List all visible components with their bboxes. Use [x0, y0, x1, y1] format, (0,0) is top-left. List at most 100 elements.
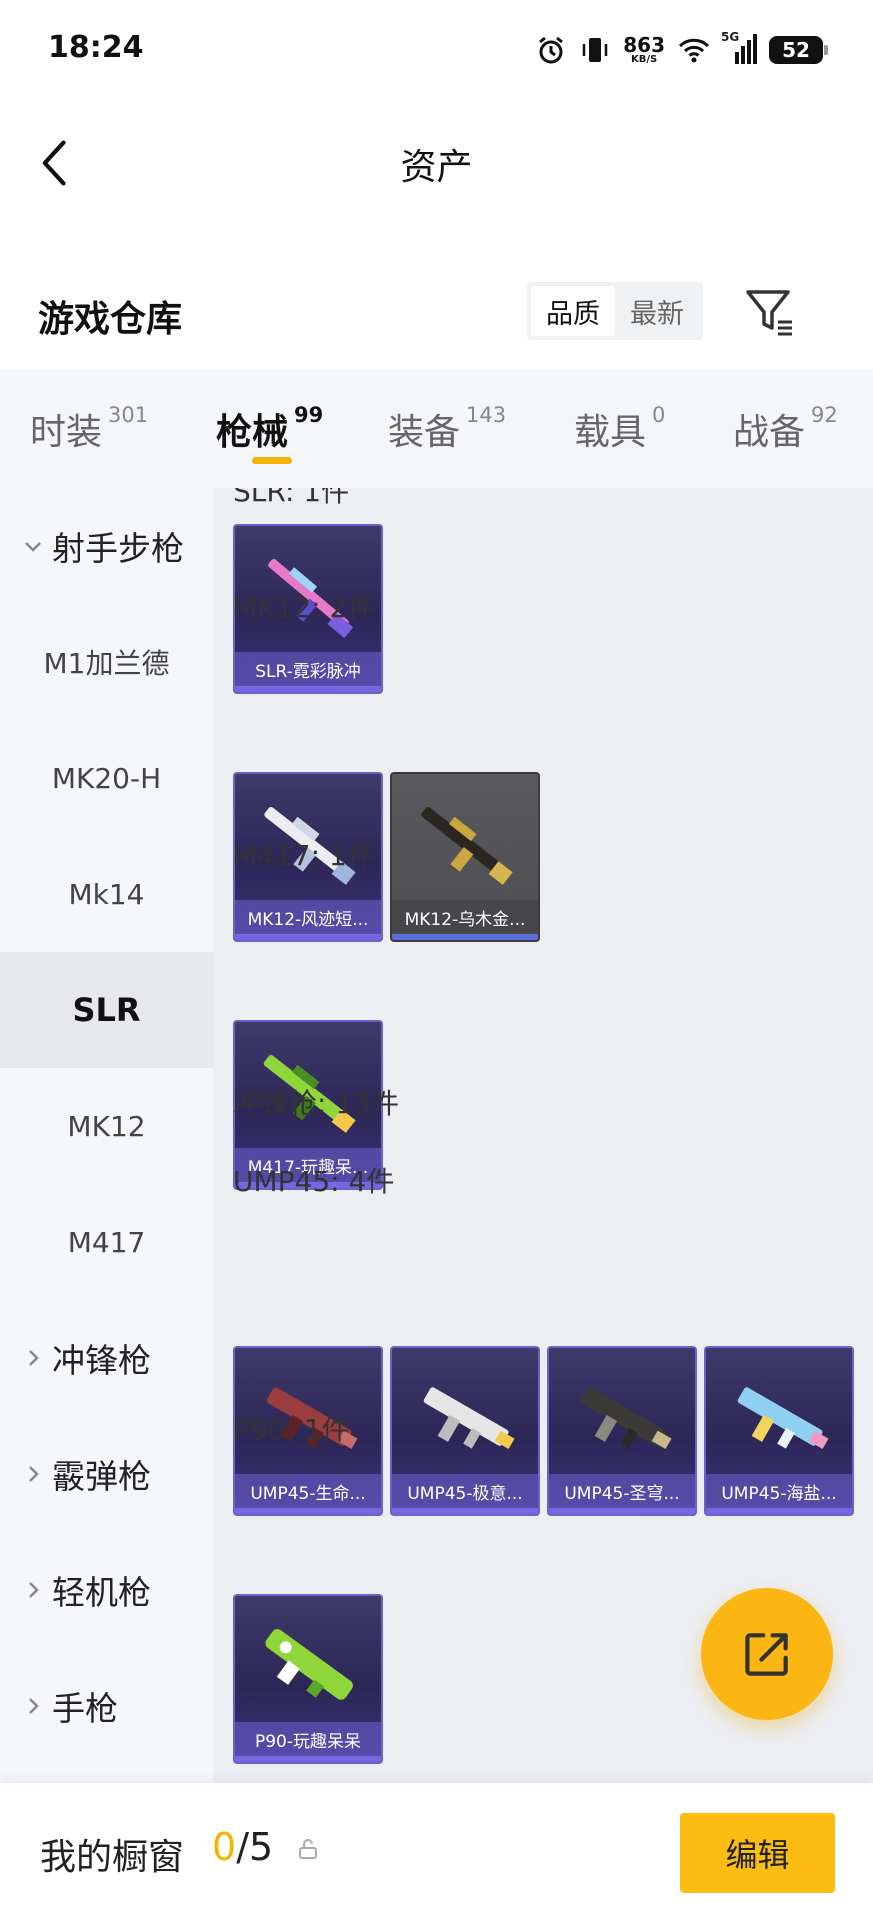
group-label-m417: M417: 1件: [233, 839, 375, 872]
weapon-card-name: MK12-乌木金...: [392, 900, 538, 934]
nav-bar: 资产: [0, 100, 873, 230]
tab-label: 载具: [574, 412, 647, 453]
status-icons: 863 KB/S 5G 52: [535, 30, 828, 70]
sidebar-item-label: 冲锋枪: [52, 1341, 151, 1380]
group-label-slr: SLR: 1件: [233, 488, 350, 508]
lock-icon: [299, 1839, 317, 1859]
chevron-right-icon: [29, 1350, 39, 1366]
sidebar-item-m417[interactable]: M417: [0, 1184, 213, 1300]
smg-skin-image: [265, 1629, 353, 1700]
rarity-bar: [549, 1508, 695, 1514]
share-button[interactable]: [701, 1588, 833, 1720]
network-speed-value: 863: [623, 33, 665, 57]
sidebar-item-m1-garand[interactable]: M1加兰德: [0, 604, 213, 720]
sidebar-item-label: SLR: [72, 991, 141, 1029]
wifi-icon: [677, 34, 710, 66]
tab-label: 枪械: [216, 412, 289, 453]
sort-newest-button[interactable]: 最新: [615, 286, 699, 336]
smg-skin-image: [423, 1387, 515, 1450]
weapon-card[interactable]: UMP45-极意...: [390, 1346, 540, 1516]
tab-count: 0: [652, 403, 666, 427]
sidebar-item-mk14[interactable]: Mk14: [0, 836, 213, 952]
weapon-card[interactable]: P90-玩趣呆呆: [233, 1594, 383, 1764]
category-tabs: 时装 301 枪械 99 装备 143 载具 0 战备 92: [0, 370, 873, 488]
sidebar-group-pistol[interactable]: 手枪: [0, 1648, 213, 1764]
tab-guns[interactable]: 枪械 99: [216, 370, 323, 488]
tab-fashion[interactable]: 时装 301: [30, 370, 148, 488]
network-speed: 863 KB/S: [623, 35, 665, 65]
weapon-card-name: UMP45-海盐...: [706, 1474, 852, 1508]
filter-button[interactable]: [742, 284, 798, 340]
status-bar: 18:24 863 KB/S 5G 52: [0, 0, 873, 100]
share-export-icon: [745, 1633, 788, 1676]
sidebar-item-mk20h[interactable]: MK20-H: [0, 720, 213, 836]
vibrate-icon: [579, 34, 611, 66]
sidebar-item-label: 轻机枪: [52, 1573, 151, 1612]
warehouse-title: 游戏仓库: [38, 299, 183, 340]
tab-count: 143: [466, 403, 507, 427]
sidebar-item-label: MK12: [67, 1109, 146, 1143]
sidebar-group-marksman-rifle[interactable]: 射手步枪: [0, 488, 213, 604]
chevron-down-icon: [25, 542, 41, 552]
warehouse-header: 游戏仓库 品质 最新: [0, 270, 873, 360]
weapon-card[interactable]: MK12-乌木金...: [390, 772, 540, 942]
weapon-card-name: UMP45-生命...: [235, 1474, 381, 1508]
rarity-bar: [706, 1508, 852, 1514]
rarity-bar: [235, 686, 381, 692]
sort-quality-button[interactable]: 品质: [531, 286, 615, 336]
filter-icon: [746, 290, 792, 336]
chevron-right-icon: [29, 1582, 39, 1598]
tab-equipment[interactable]: 装备 143: [388, 370, 506, 488]
battery-icon: 52: [769, 36, 828, 64]
sidebar-item-mk12[interactable]: MK12: [0, 1068, 213, 1184]
chevron-right-icon: [29, 1466, 39, 1482]
group-label-p90: P90: 1件: [233, 1413, 350, 1446]
sidebar-item-slr[interactable]: SLR: [0, 952, 213, 1068]
showcase-count-current: 0: [212, 1825, 237, 1869]
tab-count: 92: [811, 403, 838, 427]
sidebar-group-smg[interactable]: 冲锋枪: [0, 1300, 213, 1416]
showcase-count-total: /5: [236, 1825, 274, 1869]
signal-icon: 5G: [721, 30, 757, 66]
tab-label: 时装: [30, 412, 103, 453]
weapon-card-name: P90-玩趣呆呆: [235, 1722, 381, 1756]
smg-skin-image: [737, 1387, 829, 1450]
showcase-count: 0/5: [212, 1825, 273, 1869]
sidebar-group-shotgun[interactable]: 霰弹枪: [0, 1416, 213, 1532]
rarity-bar: [235, 1508, 381, 1514]
rarity-bar: [235, 934, 381, 940]
weapon-card-name: UMP45-极意...: [392, 1474, 538, 1508]
tab-label: 装备: [388, 412, 461, 453]
network-type: 5G: [721, 30, 740, 44]
weapon-card[interactable]: UMP45-海盐...: [704, 1346, 854, 1516]
weapon-card-name: UMP45-圣穹...: [549, 1474, 695, 1508]
weapon-card[interactable]: UMP45-圣穹...: [547, 1346, 697, 1516]
showcase-bar: 我的橱窗 0/5 编辑: [0, 1783, 873, 1920]
sidebar-item-label: 手枪: [52, 1689, 118, 1728]
sidebar-item-label: 射手步枪: [52, 529, 184, 568]
page-title: 资产: [400, 147, 473, 188]
status-time: 18:24: [48, 30, 144, 65]
sidebar-item-label: 霰弹枪: [52, 1457, 151, 1496]
network-speed-unit: KB/S: [631, 54, 658, 65]
weapon-card-name: SLR-霓彩脉冲: [235, 652, 381, 686]
sidebar-item-label: M417: [67, 1225, 146, 1259]
chevron-right-icon: [29, 1698, 39, 1714]
group-label-smg: 冲锋枪: 13件: [233, 1087, 399, 1120]
group-label-mk12: MK12: 2件: [233, 591, 376, 624]
tab-count: 301: [108, 403, 149, 427]
rarity-bar: [392, 934, 538, 940]
edit-button[interactable]: 编辑: [680, 1813, 835, 1893]
weapon-sidebar: 射手步枪 M1加兰德 MK20-H Mk14 SLR MK12 M417 冲锋枪…: [0, 488, 213, 1783]
rarity-bar: [392, 1508, 538, 1514]
sort-toggle: 品质 最新: [527, 282, 703, 340]
rarity-bar: [235, 1756, 381, 1762]
sidebar-item-label: Mk14: [68, 877, 145, 911]
group-label-ump45: UMP45: 4件: [233, 1165, 395, 1198]
rifle-skin-image: [421, 807, 513, 885]
tab-vehicles[interactable]: 载具 0: [574, 370, 665, 488]
weapon-card-name: MK12-风迹短...: [235, 900, 381, 934]
tab-count: 99: [294, 403, 324, 427]
tab-supplies[interactable]: 战备 92: [733, 370, 838, 488]
sidebar-group-lmg[interactable]: 轻机枪: [0, 1532, 213, 1648]
